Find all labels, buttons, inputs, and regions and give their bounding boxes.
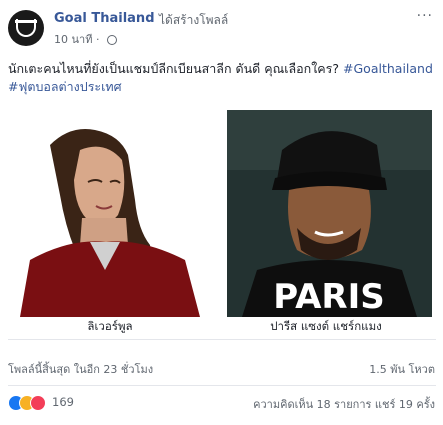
poll-photos: PARIS <box>8 110 436 317</box>
hashtag-foreign-football[interactable]: #ฟุตบอลต่างประเทศ <box>8 79 122 94</box>
poll-option-1-image[interactable] <box>10 110 216 317</box>
hashtag-goalthailand[interactable]: #Goalthailand <box>343 61 433 76</box>
post-caption: นักเตะคนไหนที่ยังเป็นแชมป์ลีกเบียนสาลีก … <box>8 60 436 96</box>
paris-sign-text: PARIS <box>273 277 384 317</box>
poll-option-2-label[interactable]: ปารีส แซงต์ แชร์กแมง <box>231 318 421 336</box>
poll-ends-text: โพลล์นี้สิ้นสุด ในอีก 23 ชั่วโมง <box>8 363 154 376</box>
poll-option-1-label[interactable]: ลิเวอร์พูล <box>40 318 180 336</box>
psg-player-photo: PARIS <box>227 110 432 317</box>
poll-option-2-image[interactable]: PARIS <box>227 110 432 317</box>
post-action-text: ได้สร้างโพลล์ <box>159 13 229 27</box>
more-options-icon[interactable]: ··· <box>417 8 433 24</box>
globe-icon <box>106 35 117 45</box>
liverpool-player-photo <box>10 110 216 317</box>
facebook-post: Goal Thailand ได้สร้างโพลล์ 10 นาที · ··… <box>0 0 443 425</box>
post-timestamp[interactable]: 10 นาที <box>54 33 92 46</box>
separator-dot: · <box>95 33 100 46</box>
divider <box>8 385 436 386</box>
poll-votes-count[interactable]: 1.5 พัน โหวต <box>369 360 435 378</box>
post-header: Goal Thailand ได้สร้างโพลล์ 10 นาที · ··… <box>8 8 435 48</box>
reaction-count[interactable]: 169 <box>52 395 74 409</box>
post-meta: 10 นาที · <box>54 30 117 48</box>
divider <box>8 339 436 340</box>
comments-shares-stats[interactable]: ความคิดเห็น 18 รายการ แชร์ 19 ครั้ง <box>253 395 435 413</box>
page-name-link[interactable]: Goal Thailand <box>54 11 155 26</box>
love-reaction-icon <box>30 395 46 411</box>
page-avatar-icon[interactable] <box>8 10 44 46</box>
caption-text: นักเตะคนไหนที่ยังเป็นแชมป์ลีกเบียนสาลีก … <box>8 61 340 76</box>
avatar-logo-mark <box>16 19 36 37</box>
